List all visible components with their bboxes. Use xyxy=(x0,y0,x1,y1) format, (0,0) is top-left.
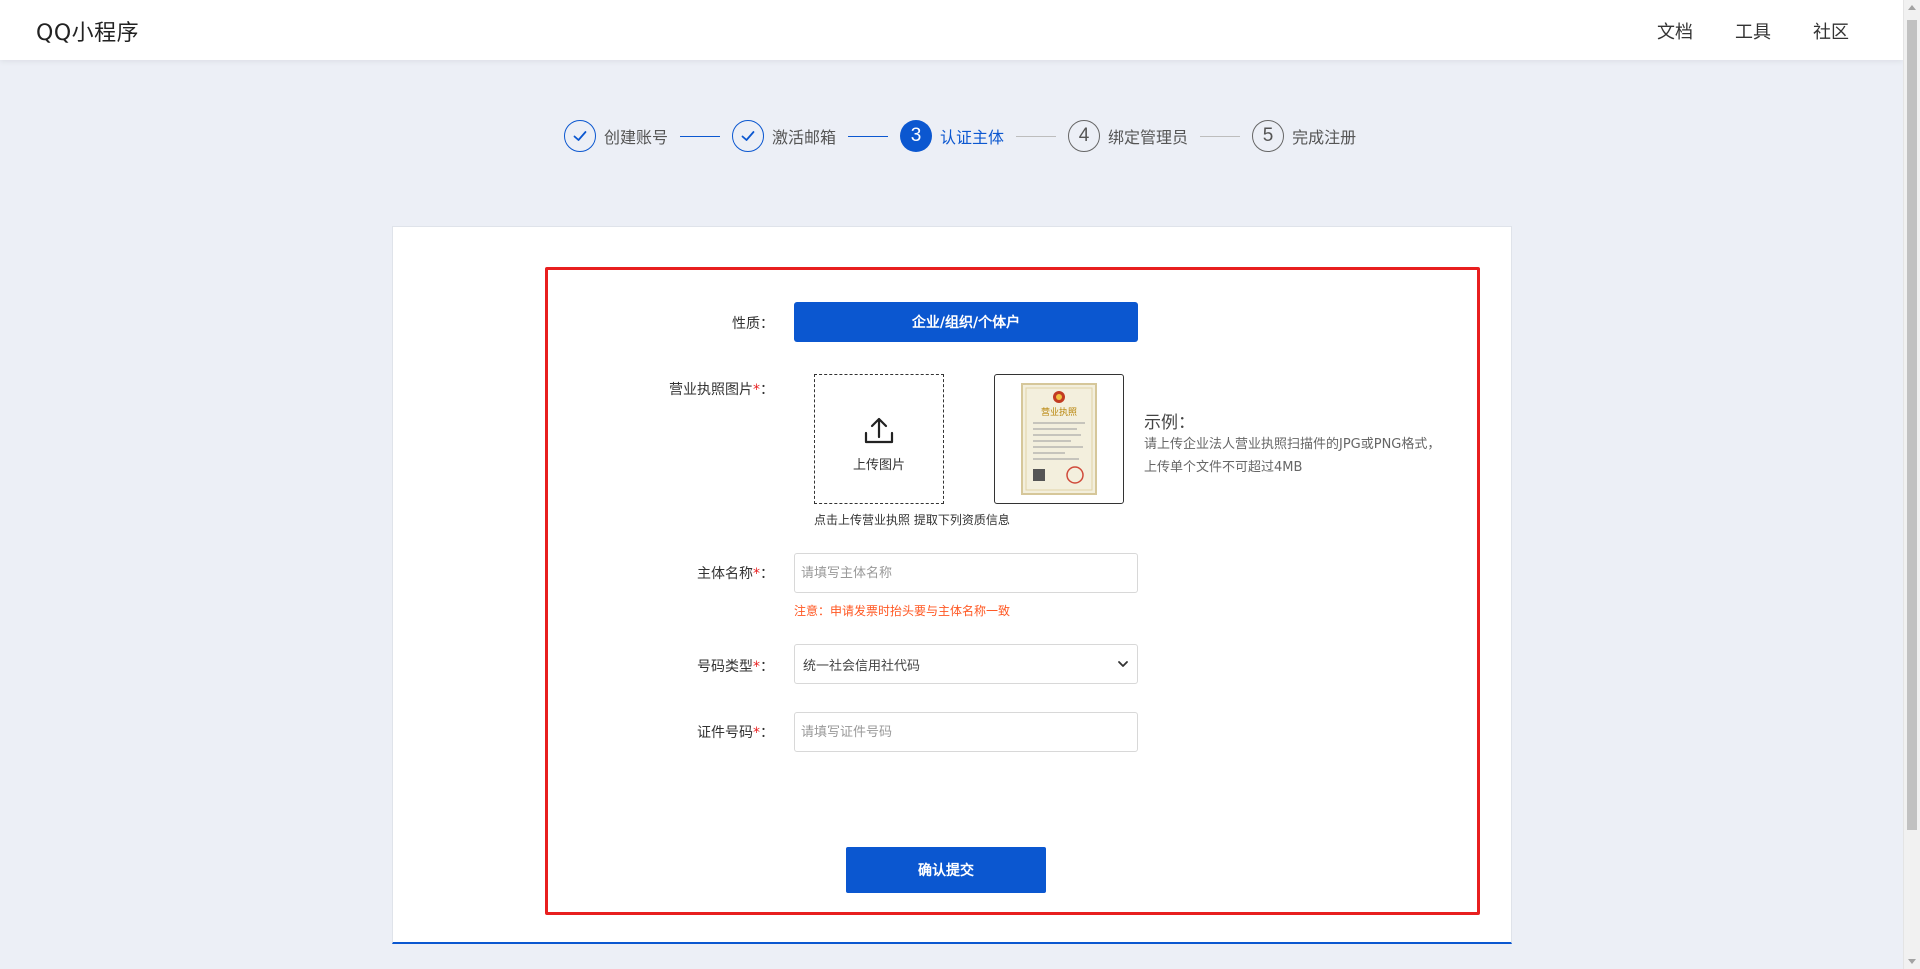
upload-icon xyxy=(864,417,894,443)
license-label-text: 营业执照图片 xyxy=(669,382,753,398)
label-colon: ： xyxy=(760,659,774,675)
step-complete: 5 完成注册 xyxy=(1252,120,1356,152)
scroll-thumb[interactable] xyxy=(1907,20,1917,830)
code-type-selected-value: 统一社会信用社代码 xyxy=(803,658,921,674)
step-verify-entity: 3 认证主体 xyxy=(900,120,1004,152)
code-type-label: 号码类型*： xyxy=(594,656,774,676)
license-label: 营业执照图片*： xyxy=(594,379,774,399)
scroll-down-arrow[interactable] xyxy=(1908,959,1916,964)
code-type-select-box[interactable]: 统一社会信用社代码 xyxy=(794,644,1138,684)
sample-title-text: 营业执照 xyxy=(1041,406,1077,418)
license-sample-image: 营业执照 xyxy=(994,374,1124,504)
step-label: 认证主体 xyxy=(940,128,1005,147)
page-scrollbar[interactable] xyxy=(1903,0,1920,969)
top-nav: 文档 工具 社区 xyxy=(1657,18,1849,44)
step-label: 绑定管理员 xyxy=(1108,128,1189,147)
step-connector xyxy=(848,135,889,137)
license-sample-picture: 营业执照 xyxy=(1021,383,1097,495)
cert-number-label-text: 证件号码 xyxy=(697,725,753,741)
nav-tools-link[interactable]: 工具 xyxy=(1735,18,1771,44)
upload-label: 上传图片 xyxy=(852,457,905,473)
step-label: 激活邮箱 xyxy=(772,128,837,147)
label-colon: ： xyxy=(760,725,774,741)
step-label: 创建账号 xyxy=(604,128,669,147)
step-connector xyxy=(680,135,721,137)
sample-description: 请上传企业法人营业执照扫描件的JPG或PNG格式，上传单个文件不可超过4MB xyxy=(1144,437,1441,475)
step-number: 5 xyxy=(1252,120,1285,152)
step-connector xyxy=(1200,135,1241,137)
required-mark: * xyxy=(753,382,760,398)
required-mark: * xyxy=(753,566,760,582)
nav-docs-link[interactable]: 文档 xyxy=(1657,18,1693,44)
app-logo[interactable]: QQ小程序 xyxy=(36,15,139,47)
entity-name-input[interactable] xyxy=(794,553,1138,593)
scroll-up-arrow[interactable] xyxy=(1908,5,1916,10)
label-colon: ： xyxy=(760,382,774,398)
sample-title: 示例： xyxy=(1144,413,1195,433)
code-type-label-text: 号码类型 xyxy=(697,659,753,675)
chevron-down-icon xyxy=(1118,661,1128,667)
upload-hint: 点击上传营业执照 提取下列资质信息 xyxy=(814,513,1010,527)
step-number: 3 xyxy=(900,120,933,152)
step-number: 4 xyxy=(1068,120,1101,152)
submit-button[interactable]: 确认提交 xyxy=(846,847,1046,893)
cert-number-label: 证件号码*： xyxy=(594,722,774,742)
registration-steps: 创建账号 激活邮箱 3 认证主体 4 绑定管理员 5 完成注册 xyxy=(564,119,1356,153)
step-create-account: 创建账号 xyxy=(564,120,668,152)
cert-number-input[interactable] xyxy=(794,712,1138,752)
check-icon xyxy=(732,120,765,152)
code-type-select[interactable]: 统一社会信用社代码 xyxy=(794,644,1138,684)
step-label: 完成注册 xyxy=(1292,128,1357,147)
entity-name-note: 注意：申请发票时抬头要与主体名称一致 xyxy=(794,604,1011,618)
license-upload-box[interactable]: 上传图片 xyxy=(814,374,944,504)
step-activate-email: 激活邮箱 xyxy=(732,120,836,152)
nature-label: 性质： xyxy=(732,316,774,332)
step-bind-admin: 4 绑定管理员 xyxy=(1068,120,1188,152)
entity-type-button[interactable]: 企业/组织/个体户 xyxy=(794,302,1138,342)
top-bar: QQ小程序 文档 工具 社区 xyxy=(0,0,1903,60)
entity-name-label: 主体名称*： xyxy=(594,563,774,583)
required-mark: * xyxy=(753,659,760,675)
step-connector xyxy=(1016,135,1057,137)
label-colon: ： xyxy=(760,566,774,582)
nav-community-link[interactable]: 社区 xyxy=(1813,18,1849,44)
entity-name-label-text: 主体名称 xyxy=(697,566,753,582)
required-mark: * xyxy=(753,725,760,741)
check-icon xyxy=(564,120,596,152)
